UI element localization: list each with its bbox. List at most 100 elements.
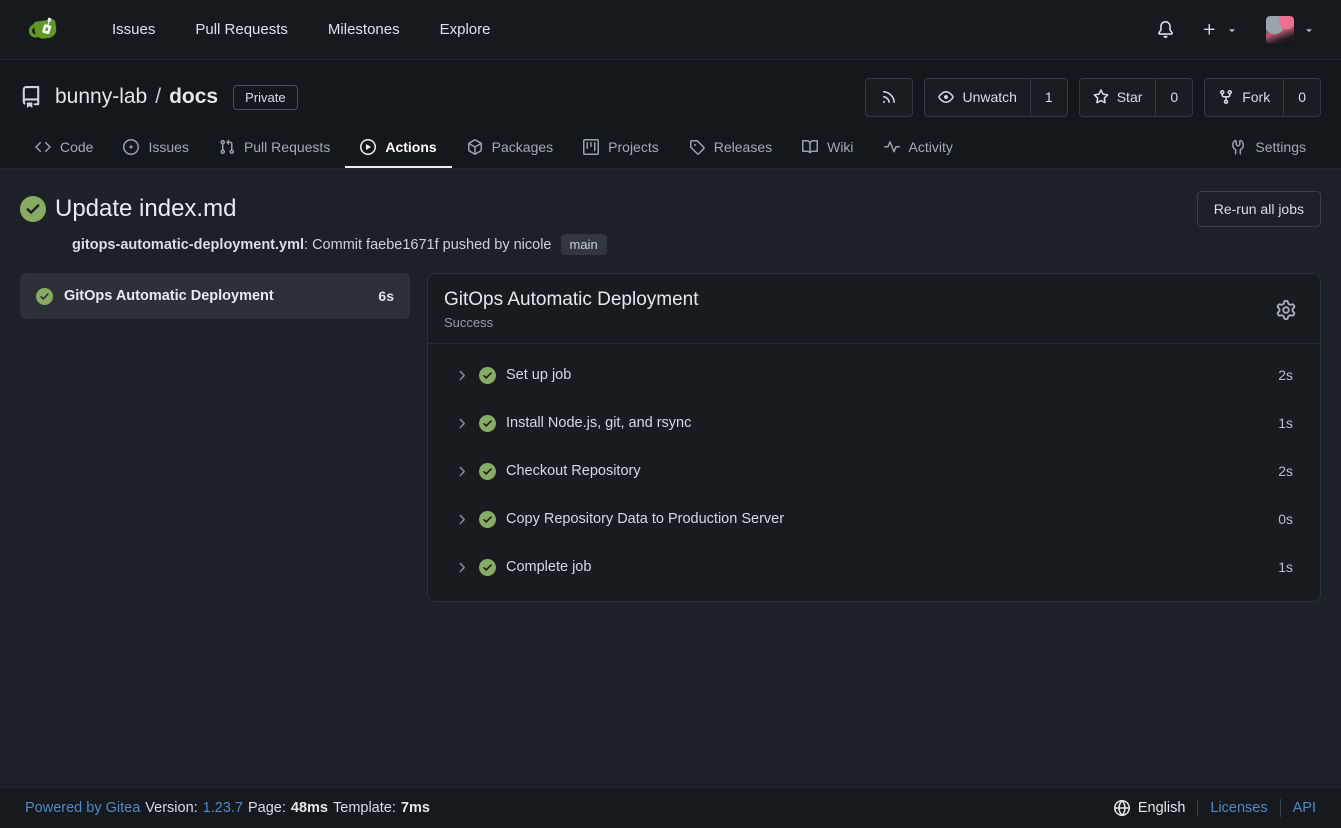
tab-projects[interactable]: Projects xyxy=(568,126,674,168)
page-time: 48ms xyxy=(291,800,328,816)
commit-text: : Commit faebe1671f pushed by nicole xyxy=(304,237,551,253)
project-board-icon xyxy=(583,139,599,155)
job-panel-header: GitOps Automatic Deployment Success xyxy=(428,274,1320,344)
step-duration: 2s xyxy=(1278,367,1293,383)
tab-releases[interactable]: Releases xyxy=(674,126,787,168)
check-circle-icon xyxy=(479,415,496,432)
tab-packages[interactable]: Packages xyxy=(452,126,568,168)
repo-title-row: bunny-lab / docs Private Unwatch 1 xyxy=(20,76,1321,118)
version-label: Version: xyxy=(145,800,197,816)
forks-count[interactable]: 0 xyxy=(1283,79,1320,116)
repo-header: bunny-lab / docs Private Unwatch 1 xyxy=(0,60,1341,169)
check-circle-icon xyxy=(479,367,496,384)
actions-run-view: Update index.md Re-run all jobs gitops-a… xyxy=(0,169,1341,787)
chevron-right-icon xyxy=(454,464,469,479)
fork-label: Fork xyxy=(1242,89,1270,105)
fork-button-group: Fork 0 xyxy=(1204,78,1321,117)
globe-icon xyxy=(1114,800,1130,816)
nav-link-explore[interactable]: Explore xyxy=(420,21,511,38)
step-duration: 0s xyxy=(1278,511,1293,527)
repo-icon xyxy=(20,86,42,108)
step-duration: 2s xyxy=(1278,463,1293,479)
nav-link-issues[interactable]: Issues xyxy=(92,21,175,38)
footer-left: Powered by Gitea Version: 1.23.7 Page: 4… xyxy=(25,800,430,816)
run-header: Update index.md Re-run all jobs xyxy=(20,191,1321,227)
rss-button[interactable] xyxy=(865,78,913,117)
run-title: Update index.md xyxy=(55,195,236,223)
tab-label: Releases xyxy=(714,139,772,155)
tab-issues[interactable]: Issues xyxy=(108,126,203,168)
job-detail-panel: GitOps Automatic Deployment Success Set … xyxy=(427,273,1321,602)
tab-actions[interactable]: Actions xyxy=(345,126,451,168)
workflow-file-link[interactable]: gitops-automatic-deployment.yml xyxy=(72,237,304,253)
footer: Powered by Gitea Version: 1.23.7 Page: 4… xyxy=(0,787,1341,828)
tab-pull-requests[interactable]: Pull Requests xyxy=(204,126,345,168)
rerun-all-jobs-button[interactable]: Re-run all jobs xyxy=(1197,191,1321,227)
pulse-icon xyxy=(884,139,900,155)
star-label: Star xyxy=(1117,89,1143,105)
git-pull-request-icon xyxy=(219,139,235,155)
tab-code[interactable]: Code xyxy=(20,126,108,168)
version-link[interactable]: 1.23.7 xyxy=(203,800,243,816)
step-name: Set up job xyxy=(506,367,1268,383)
stars-count[interactable]: 0 xyxy=(1155,79,1192,116)
gitea-logo-icon[interactable] xyxy=(28,12,62,47)
create-new-menu[interactable] xyxy=(1202,22,1238,37)
jobs-sidebar: GitOps Automatic Deployment 6s xyxy=(20,273,410,319)
repo-name-link[interactable]: docs xyxy=(169,85,218,109)
step-name: Checkout Repository xyxy=(506,463,1268,479)
powered-by-gitea-link[interactable]: Powered by Gitea xyxy=(25,800,140,816)
step-row-checkout-repository[interactable]: Checkout Repository 2s xyxy=(428,447,1320,495)
watchers-count[interactable]: 1 xyxy=(1030,79,1067,116)
avatar[interactable] xyxy=(1266,16,1294,44)
api-link[interactable]: API xyxy=(1293,800,1316,816)
chevron-right-icon xyxy=(454,512,469,527)
bell-icon xyxy=(1157,21,1174,38)
star-button[interactable]: Star xyxy=(1080,79,1156,116)
nav-link-pull-requests[interactable]: Pull Requests xyxy=(175,21,308,38)
step-row-copy-repository-data[interactable]: Copy Repository Data to Production Serve… xyxy=(428,495,1320,543)
tab-label: Issues xyxy=(148,139,188,155)
job-list-item-selected[interactable]: GitOps Automatic Deployment 6s xyxy=(20,273,410,319)
tab-settings[interactable]: Settings xyxy=(1215,126,1321,168)
branch-badge[interactable]: main xyxy=(561,234,607,255)
fork-button[interactable]: Fork xyxy=(1205,79,1283,116)
unwatch-button[interactable]: Unwatch xyxy=(925,79,1029,116)
tab-label: Settings xyxy=(1255,139,1306,155)
watch-button-group: Unwatch 1 xyxy=(924,78,1067,117)
job-panel-title: GitOps Automatic Deployment xyxy=(444,289,699,311)
tab-label: Wiki xyxy=(827,139,853,155)
tab-wiki[interactable]: Wiki xyxy=(787,126,868,168)
gitea-actions-page: Issues Pull Requests Milestones Explore … xyxy=(0,0,1341,828)
unwatch-label: Unwatch xyxy=(962,89,1016,105)
licenses-link[interactable]: Licenses xyxy=(1210,800,1267,816)
step-row-install-node[interactable]: Install Node.js, git, and rsync 1s xyxy=(428,399,1320,447)
template-label: Template: xyxy=(333,800,396,816)
navbar-right xyxy=(1157,16,1315,44)
top-navbar: Issues Pull Requests Milestones Explore xyxy=(0,0,1341,60)
tab-activity[interactable]: Activity xyxy=(869,126,968,168)
chevron-down-icon xyxy=(1226,24,1238,36)
plus-icon xyxy=(1202,22,1217,37)
page-label: Page: xyxy=(248,800,286,816)
run-subtitle: gitops-automatic-deployment.yml : Commit… xyxy=(72,234,1321,255)
play-circle-icon xyxy=(360,139,376,155)
language-selector[interactable]: English xyxy=(1114,800,1186,816)
step-name: Install Node.js, git, and rsync xyxy=(506,415,1268,431)
chevron-right-icon xyxy=(454,560,469,575)
chevron-right-icon xyxy=(454,416,469,431)
star-icon xyxy=(1093,89,1109,105)
user-menu[interactable] xyxy=(1266,16,1315,44)
step-duration: 1s xyxy=(1278,559,1293,575)
step-row-complete-job[interactable]: Complete job 1s xyxy=(428,543,1320,591)
nav-link-milestones[interactable]: Milestones xyxy=(308,21,420,38)
job-duration: 6s xyxy=(378,288,394,304)
step-row-setup-job[interactable]: Set up job 2s xyxy=(428,351,1320,399)
run-body: GitOps Automatic Deployment 6s GitOps Au… xyxy=(20,273,1321,602)
notifications-button[interactable] xyxy=(1157,21,1174,38)
private-badge: Private xyxy=(233,85,297,110)
job-panel-header-text: GitOps Automatic Deployment Success xyxy=(444,289,699,330)
gear-icon[interactable] xyxy=(1276,300,1296,320)
check-circle-icon xyxy=(20,196,46,222)
repo-owner-link[interactable]: bunny-lab xyxy=(55,85,147,109)
